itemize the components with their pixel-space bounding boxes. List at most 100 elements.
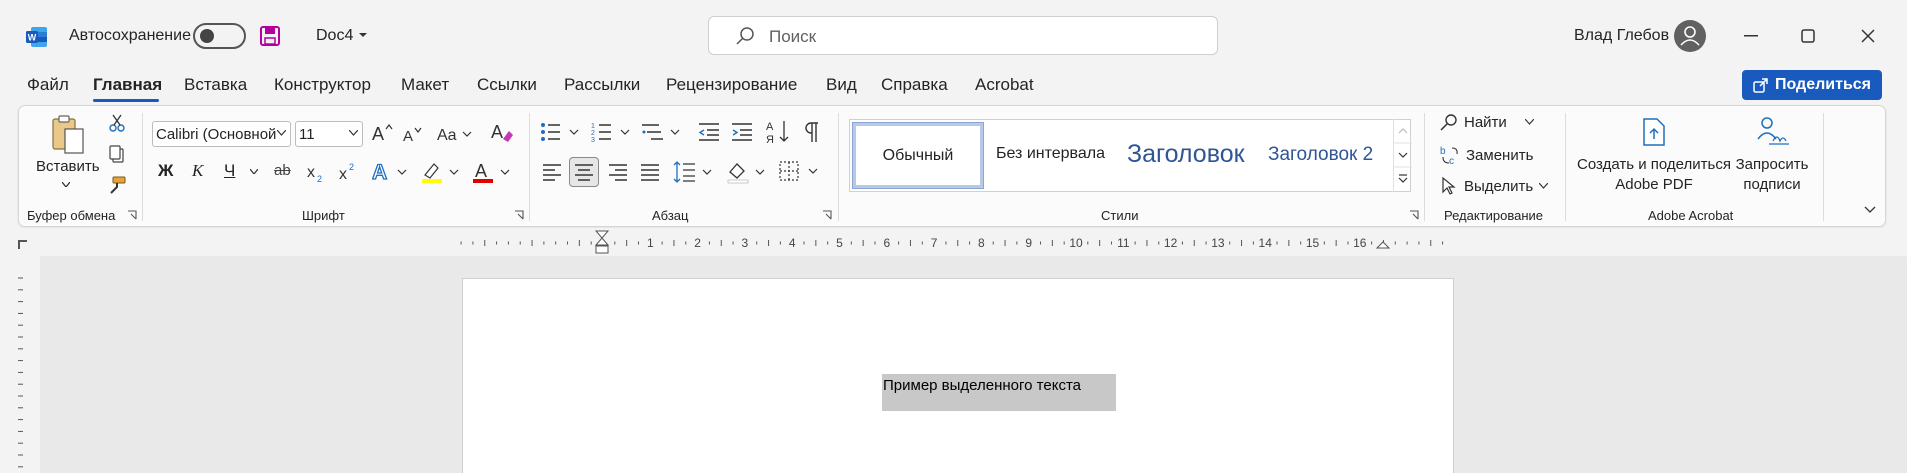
save-icon[interactable]: [259, 25, 281, 47]
svg-text:A: A: [372, 161, 387, 184]
share-button[interactable]: Поделиться: [1742, 70, 1882, 100]
ruler-scale: 1 2 3 4 5 6 7 8 9 10 11 12 13 14 15 16: [18, 230, 1907, 258]
style-heading2[interactable]: Заголовок 2: [1268, 144, 1373, 166]
dialog-launcher-icon[interactable]: [127, 210, 137, 220]
line-spacing-icon[interactable]: [673, 160, 713, 184]
styles-scrollbar[interactable]: [1393, 119, 1412, 192]
group-divider: [1565, 113, 1566, 221]
svg-text:W: W: [28, 33, 37, 43]
collapse-ribbon-icon[interactable]: [1864, 206, 1876, 214]
document-name[interactable]: Doc4: [316, 27, 353, 45]
group-label-styles: Стили: [1101, 208, 1139, 223]
tab-references[interactable]: Ссылки: [477, 75, 537, 95]
change-case-button[interactable]: Aa: [437, 124, 473, 144]
numbering-icon[interactable]: 123: [591, 121, 631, 143]
tab-layout[interactable]: Макет: [401, 75, 449, 95]
ruler-number: 15: [1306, 236, 1320, 250]
tab-acrobat[interactable]: Acrobat: [975, 75, 1034, 95]
bold-button[interactable]: Ж: [158, 161, 173, 181]
minimize-button[interactable]: [1728, 20, 1774, 52]
decrease-indent-icon[interactable]: [698, 121, 720, 143]
highlight-color-icon[interactable]: [421, 160, 461, 184]
copy-icon[interactable]: [108, 145, 126, 163]
horizontal-ruler[interactable]: 1 2 3 4 5 6 7 8 9 10 11 12 13 14 15 16: [0, 228, 1907, 258]
svg-text:2: 2: [317, 174, 322, 183]
search-box[interactable]: Поиск: [708, 16, 1218, 55]
dialog-launcher-icon[interactable]: [514, 210, 524, 220]
font-size-dropdown[interactable]: 11: [295, 121, 363, 147]
ruler-number: 8: [978, 236, 985, 250]
shading-icon[interactable]: [727, 160, 767, 184]
bullets-icon[interactable]: [540, 121, 580, 143]
create-pdf-button[interactable]: Создать и поделиться Adobe PDF: [1574, 155, 1734, 195]
italic-button[interactable]: К: [192, 161, 203, 181]
svg-text:x: x: [307, 164, 315, 181]
paste-icon[interactable]: [47, 113, 87, 157]
vertical-ruler[interactable]: [0, 258, 40, 473]
svg-text:A: A: [372, 124, 384, 143]
clear-formatting-icon[interactable]: A: [491, 121, 513, 143]
align-center-button[interactable]: [569, 157, 599, 187]
chevron-down-icon[interactable]: [62, 182, 70, 187]
svg-text:A: A: [491, 122, 503, 142]
style-normal[interactable]: Обычный: [852, 122, 984, 189]
style-heading1[interactable]: Заголовок: [1127, 140, 1245, 169]
tab-insert[interactable]: Вставка: [184, 75, 247, 95]
justify-icon[interactable]: [640, 162, 660, 182]
group-label-clipboard: Буфер обмена: [27, 208, 116, 223]
underline-button[interactable]: Ч: [224, 161, 235, 181]
dialog-launcher-icon[interactable]: [822, 210, 832, 220]
svg-text:2: 2: [591, 130, 595, 137]
align-left-icon[interactable]: [542, 162, 562, 182]
autosave-toggle[interactable]: [193, 23, 246, 49]
tab-view[interactable]: Вид: [826, 75, 857, 95]
replace-button[interactable]: bc Заменить: [1440, 145, 1533, 165]
chevron-down-icon[interactable]: [358, 32, 368, 38]
select-button[interactable]: Выделить: [1440, 176, 1549, 196]
text-effects-icon[interactable]: A: [372, 160, 410, 184]
close-button[interactable]: [1845, 20, 1891, 52]
ruler-number: 12: [1164, 236, 1178, 250]
show-formatting-icon[interactable]: [804, 121, 820, 143]
user-name[interactable]: Влад Глебов: [1574, 27, 1669, 45]
strikethrough-button[interactable]: ab: [274, 162, 291, 179]
format-painter-icon[interactable]: [107, 175, 127, 195]
increase-font-icon[interactable]: A: [372, 123, 394, 143]
avatar[interactable]: [1674, 20, 1706, 52]
sort-icon[interactable]: АЯ: [766, 119, 790, 145]
subscript-icon[interactable]: x2: [307, 161, 327, 183]
multilevel-list-icon[interactable]: [641, 121, 681, 143]
increase-indent-icon[interactable]: [731, 121, 753, 143]
decrease-font-icon[interactable]: A: [403, 126, 423, 144]
chevron-down-icon: [1539, 183, 1549, 189]
font-color-icon[interactable]: A: [472, 160, 512, 184]
tab-home[interactable]: Главная: [93, 75, 162, 95]
chevron-down-icon[interactable]: [250, 169, 258, 174]
autosave-label: Автосохранение: [69, 27, 191, 44]
tab-design[interactable]: Конструктор: [274, 75, 371, 95]
create-pdf-icon[interactable]: [1640, 117, 1668, 147]
svg-text:1: 1: [591, 123, 595, 130]
paste-label[interactable]: Вставить: [36, 158, 100, 175]
align-right-icon[interactable]: [608, 162, 628, 182]
tab-review[interactable]: Рецензирование: [666, 75, 797, 95]
style-no-spacing[interactable]: Без интервала: [996, 145, 1105, 163]
selected-text[interactable]: Пример выделенного текста: [883, 377, 1081, 394]
font-name-dropdown[interactable]: Calibri (Основной текст): [152, 121, 291, 147]
dialog-launcher-icon[interactable]: [1409, 210, 1419, 220]
group-divider: [838, 113, 839, 221]
tab-file[interactable]: Файл: [27, 75, 69, 95]
borders-icon[interactable]: [779, 161, 819, 183]
request-signature-icon[interactable]: [1755, 115, 1791, 147]
maximize-button[interactable]: [1785, 20, 1831, 52]
search-icon: [735, 26, 755, 46]
ruler-number: 10: [1069, 236, 1083, 250]
superscript-icon[interactable]: x2: [339, 161, 359, 183]
group-label-font: Шрифт: [302, 208, 345, 223]
tab-mailings[interactable]: Рассылки: [564, 75, 640, 95]
tab-help[interactable]: Справка: [881, 75, 948, 95]
find-button[interactable]: Найти: [1440, 113, 1534, 131]
cut-icon[interactable]: [108, 114, 126, 132]
ruler-number: 9: [1025, 236, 1032, 250]
request-signature-button[interactable]: Запросить подписи: [1725, 155, 1819, 195]
